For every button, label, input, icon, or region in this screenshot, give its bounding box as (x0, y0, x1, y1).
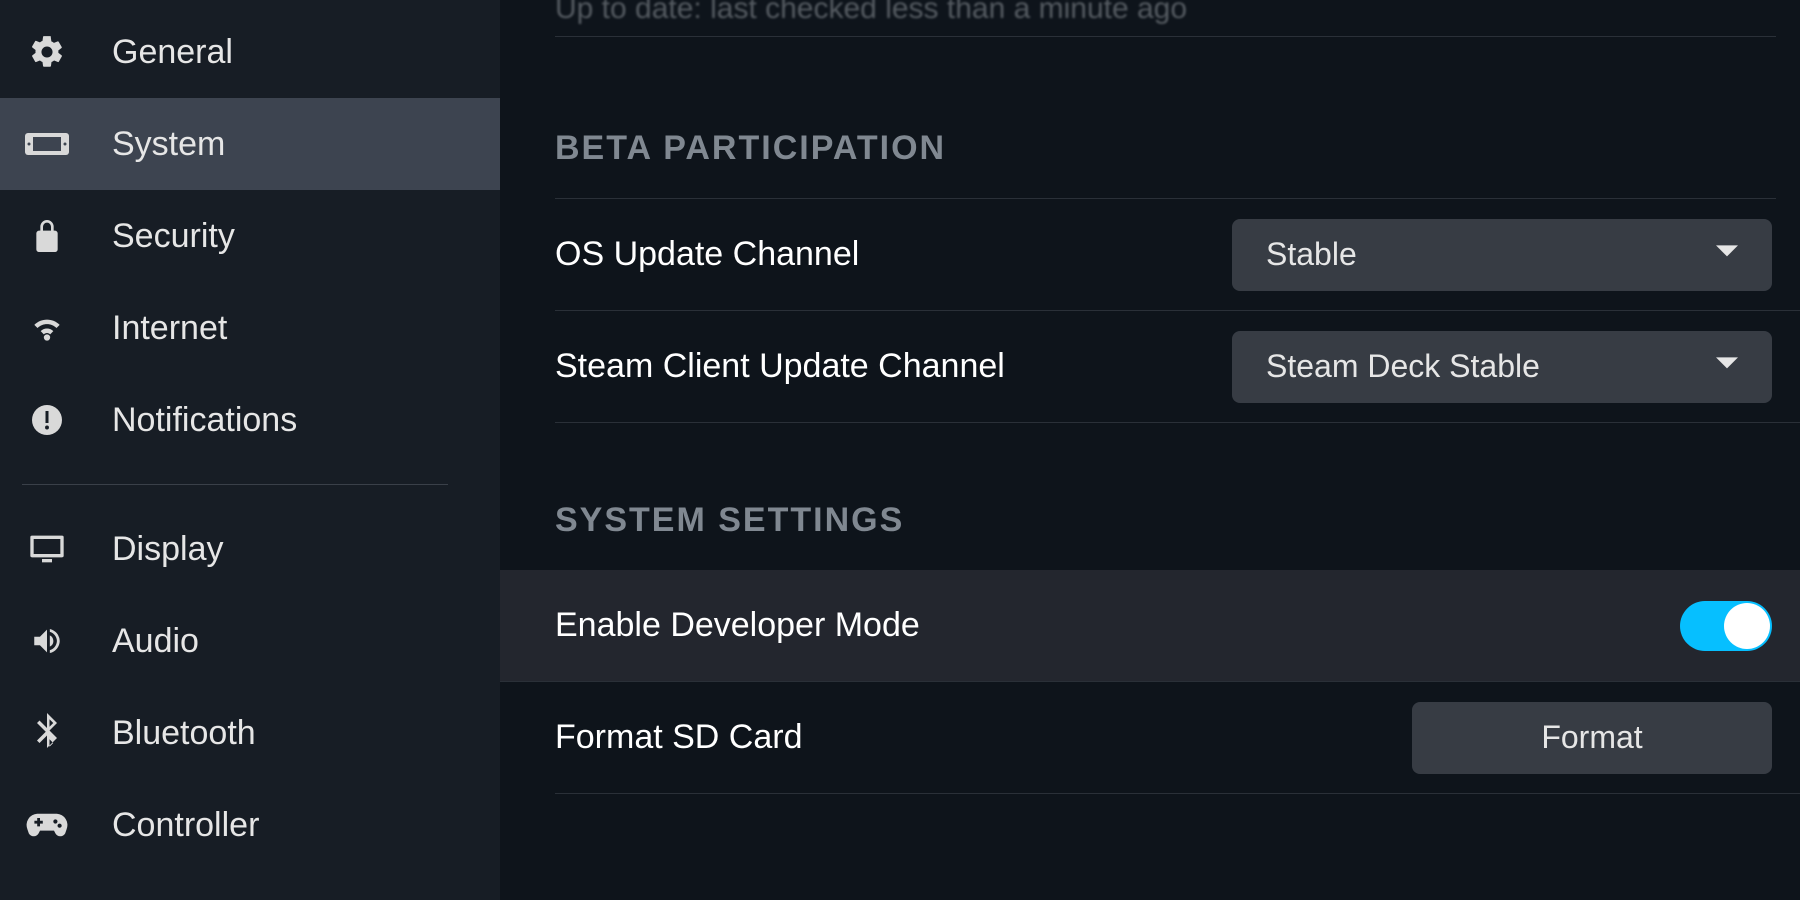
section-header-beta: BETA PARTICIPATION (555, 129, 1800, 168)
lock-icon (22, 217, 72, 255)
sidebar-item-bluetooth[interactable]: Bluetooth (0, 687, 500, 779)
device-icon (22, 129, 72, 159)
sidebar-item-security[interactable]: Security (0, 190, 500, 282)
sidebar-item-display[interactable]: Display (0, 503, 500, 595)
row-label: Enable Developer Mode (555, 606, 920, 645)
row-client-update-channel: Steam Client Update Channel Steam Deck S… (555, 311, 1800, 423)
sidebar-item-internet[interactable]: Internet (0, 282, 500, 374)
dropdown-os-channel[interactable]: Stable (1232, 219, 1772, 291)
sidebar-item-label: Controller (112, 806, 259, 845)
sidebar-divider (22, 484, 448, 485)
alert-icon (22, 402, 72, 438)
row-label: Steam Client Update Channel (555, 347, 1005, 386)
sidebar-item-label: Internet (112, 309, 227, 348)
gamepad-icon (22, 810, 72, 840)
settings-app: General System Security Internet Notific (0, 0, 1800, 900)
wifi-icon (22, 309, 72, 347)
chevron-down-icon (1716, 357, 1738, 376)
sidebar-item-label: Notifications (112, 401, 297, 440)
sidebar-item-label: Display (112, 530, 223, 569)
update-status-text: Up to date: last checked less than a min… (555, 0, 1800, 36)
sidebar-item-system[interactable]: System (0, 98, 500, 190)
sidebar-item-label: Security (112, 217, 235, 256)
sidebar-item-notifications[interactable]: Notifications (0, 374, 500, 466)
sidebar-item-label: Audio (112, 622, 199, 661)
gear-icon (22, 33, 72, 71)
speaker-icon (22, 624, 72, 658)
sidebar-item-label: Bluetooth (112, 714, 256, 753)
divider (555, 36, 1776, 37)
sidebar-item-general[interactable]: General (0, 6, 500, 98)
row-label: OS Update Channel (555, 235, 859, 274)
sidebar-item-audio[interactable]: Audio (0, 595, 500, 687)
section-header-system-settings: SYSTEM SETTINGS (555, 501, 1800, 540)
settings-content: Up to date: last checked less than a min… (500, 0, 1800, 900)
dropdown-value: Stable (1266, 236, 1357, 273)
monitor-icon (22, 532, 72, 566)
dropdown-value: Steam Deck Stable (1266, 348, 1540, 385)
row-label: Format SD Card (555, 718, 803, 757)
chevron-down-icon (1716, 245, 1738, 264)
button-label: Format (1541, 719, 1642, 756)
row-format-sd: Format SD Card Format (555, 682, 1800, 794)
row-os-update-channel: OS Update Channel Stable (555, 199, 1800, 311)
format-button[interactable]: Format (1412, 702, 1772, 774)
bluetooth-icon (22, 713, 72, 753)
row-developer-mode: Enable Developer Mode (500, 570, 1800, 682)
sidebar-item-controller[interactable]: Controller (0, 779, 500, 871)
toggle-developer-mode[interactable] (1680, 601, 1772, 651)
sidebar-item-label: General (112, 33, 233, 72)
settings-sidebar: General System Security Internet Notific (0, 0, 500, 900)
dropdown-client-channel[interactable]: Steam Deck Stable (1232, 331, 1772, 403)
sidebar-item-label: System (112, 125, 225, 164)
